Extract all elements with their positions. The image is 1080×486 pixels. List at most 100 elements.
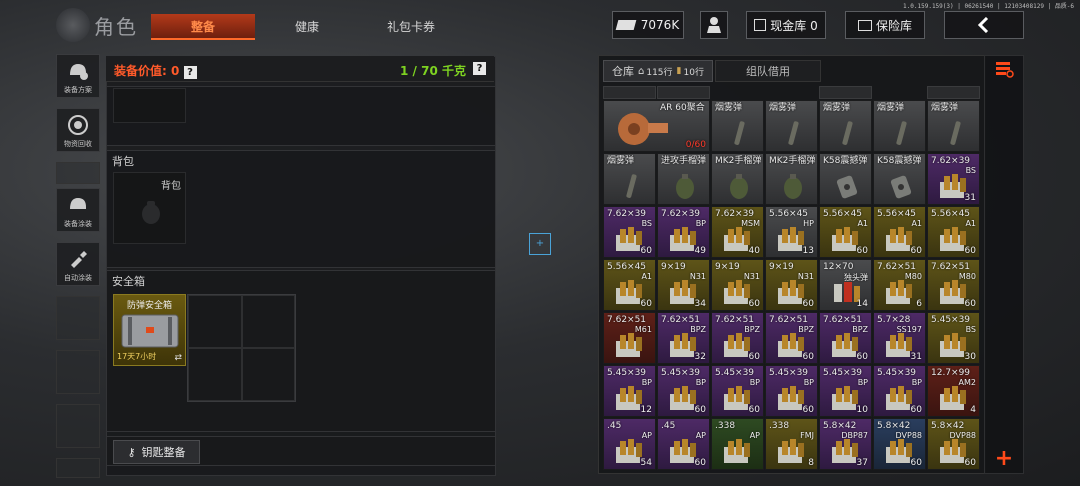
inventory-item[interactable]: 5.7×28 SS197 31 bbox=[873, 312, 926, 364]
inventory-item[interactable]: 12.7×99 AM2 4 bbox=[927, 365, 980, 417]
item-name: .45 bbox=[661, 421, 676, 431]
safe-box-cell[interactable] bbox=[188, 348, 242, 401]
help-icon[interactable]: ? bbox=[473, 62, 486, 75]
inventory-item[interactable]: 9×19 N31 60 bbox=[711, 259, 764, 311]
agent-icon bbox=[707, 17, 721, 33]
key-loadout-button[interactable]: ⚷ 钥匙整备 bbox=[113, 440, 200, 464]
warehouse-tab-label: 仓库 bbox=[612, 65, 634, 78]
swap-icon[interactable]: ⇄ bbox=[174, 353, 182, 363]
inventory-item[interactable]: 烟雾弹 bbox=[819, 100, 872, 152]
weight-display: 1 / 70 千克 bbox=[400, 64, 466, 78]
inventory-item[interactable]: 7.62×39 BS 31 bbox=[927, 153, 980, 205]
warehouse-tabs: 仓库 ⌂ 115行 ▮ 10行 组队借用 bbox=[603, 60, 821, 82]
inventory-item[interactable]: .338 AP bbox=[711, 418, 764, 470]
drop-target[interactable]: + bbox=[529, 233, 551, 255]
tab-warehouse[interactable]: 仓库 ⌂ 115行 ▮ 10行 bbox=[603, 60, 713, 82]
item-name: 烟雾弹 bbox=[769, 103, 797, 113]
inventory-item[interactable]: 5.56×45 A1 60 bbox=[819, 206, 872, 258]
recycle-button[interactable]: 物资回收 bbox=[56, 108, 100, 152]
item-name: K58震撼弹 bbox=[823, 156, 868, 166]
inventory-item[interactable]: 7.62×39 MSM 40 bbox=[711, 206, 764, 258]
item-name: 5.56×45 bbox=[823, 209, 863, 219]
tab-gift-cards[interactable]: 礼包卡券 bbox=[359, 14, 463, 40]
ammo-icon bbox=[612, 331, 650, 359]
inventory-item[interactable]: 5.56×45 A1 60 bbox=[873, 206, 926, 258]
smoke-icon bbox=[774, 119, 812, 147]
inventory-item[interactable]: 5.8×42 DBP87 37 bbox=[819, 418, 872, 470]
inventory-item[interactable]: .45 AP 60 bbox=[657, 418, 710, 470]
safe-box-item[interactable]: 防弹安全箱 17天7小时 ⇄ bbox=[113, 294, 186, 366]
inventory-item[interactable]: 7.62×51 M80 60 bbox=[927, 259, 980, 311]
inventory-item[interactable]: 烟雾弹 bbox=[765, 100, 818, 152]
inventory-item[interactable]: MK2手榴弹 bbox=[765, 153, 818, 205]
item-quantity: 31 bbox=[910, 352, 922, 362]
inventory-item[interactable]: 5.45×39 BP 60 bbox=[711, 365, 764, 417]
inventory-item[interactable]: 7.62×51 BPZ 60 bbox=[765, 312, 818, 364]
key-icon: ⚷ bbox=[127, 445, 136, 459]
inventory-item[interactable]: 5.45×39 BP 60 bbox=[765, 365, 818, 417]
sort-icon[interactable] bbox=[993, 59, 1015, 79]
safe-box-cell[interactable] bbox=[241, 295, 295, 348]
safe-box-cell[interactable] bbox=[188, 295, 242, 348]
inventory-item[interactable]: 烟雾弹 bbox=[873, 100, 926, 152]
inventory-item[interactable]: 烟雾弹 bbox=[927, 100, 980, 152]
auto-skin-button[interactable]: 自动涂装 bbox=[56, 242, 100, 286]
tab-loadout[interactable]: 整备 bbox=[151, 14, 255, 40]
loadout-plan-label: 装备方案 bbox=[64, 86, 92, 94]
inventory-item[interactable]: 7.62×51 BPZ 60 bbox=[819, 312, 872, 364]
inventory-item[interactable]: .45 AP 54 bbox=[603, 418, 656, 470]
insurance-vault-button[interactable]: 保险库 bbox=[845, 11, 925, 39]
help-icon[interactable]: ? bbox=[183, 66, 197, 79]
tab-health[interactable]: 健康 bbox=[255, 14, 359, 40]
warehouse-grid[interactable]: AR 60聚合 0/60 烟雾弹 烟雾弹 烟雾弹 烟雾弹 烟雾弹 烟雾弹 进攻手榴弹 MK2手榴弹… bbox=[603, 86, 983, 473]
inventory-item[interactable]: K58震撼弹 bbox=[873, 153, 926, 205]
inventory-item[interactable]: 5.56×45 A1 60 bbox=[927, 206, 980, 258]
loadout-plan-button[interactable]: 装备方案 bbox=[56, 54, 100, 98]
grid-cell[interactable] bbox=[927, 86, 980, 99]
inventory-item[interactable]: 烟雾弹 bbox=[711, 100, 764, 152]
item-name: 12.7×99 bbox=[931, 368, 971, 378]
inventory-item[interactable]: 5.45×39 BS 30 bbox=[927, 312, 980, 364]
inventory-item[interactable]: 7.62×51 M61 bbox=[603, 312, 656, 364]
inventory-item[interactable]: 9×19 N31 34 bbox=[657, 259, 710, 311]
safe-box-cell[interactable] bbox=[241, 348, 295, 401]
skins-button[interactable]: 装备涂装 bbox=[56, 188, 100, 232]
inventory-item[interactable]: 5.56×45 A1 60 bbox=[603, 259, 656, 311]
item-name: 烟雾弹 bbox=[931, 103, 959, 113]
inventory-item[interactable]: 7.62×39 BP 49 bbox=[657, 206, 710, 258]
backpack-slot[interactable]: 背包 bbox=[113, 172, 186, 244]
inventory-item[interactable]: AR 60聚合 0/60 bbox=[603, 100, 710, 152]
inventory-item[interactable]: MK2手榴弹 bbox=[711, 153, 764, 205]
inventory-item[interactable]: .338 FMJ 8 bbox=[765, 418, 818, 470]
tab-team-borrow[interactable]: 组队借用 bbox=[714, 60, 821, 82]
inventory-item[interactable]: 12×70 独头弹 14 bbox=[819, 259, 872, 311]
inventory-item[interactable]: 7.62×51 BPZ 60 bbox=[711, 312, 764, 364]
grid-cell[interactable] bbox=[603, 86, 656, 99]
grid-cell[interactable] bbox=[819, 86, 872, 99]
inventory-item[interactable]: 进攻手榴弹 bbox=[657, 153, 710, 205]
agent-button[interactable] bbox=[700, 11, 728, 39]
inventory-item[interactable]: 7.62×51 M80 6 bbox=[873, 259, 926, 311]
inventory-item[interactable]: 7.62×39 BS 60 bbox=[603, 206, 656, 258]
gear-slot[interactable] bbox=[113, 88, 186, 123]
inventory-item[interactable]: 烟雾弹 bbox=[603, 153, 656, 205]
inventory-item[interactable]: 7.62×51 BPZ 32 bbox=[657, 312, 710, 364]
safe-box-section-label: 安全箱 bbox=[112, 275, 145, 288]
back-button[interactable] bbox=[944, 11, 1024, 39]
backpack-section-label: 背包 bbox=[112, 155, 134, 168]
inventory-item[interactable]: 5.8×42 DVP88 60 bbox=[873, 418, 926, 470]
cash-vault-button[interactable]: 现金库 0 bbox=[746, 11, 826, 39]
item-name: 5.45×39 bbox=[931, 315, 971, 325]
inventory-item[interactable]: 5.45×39 BP 10 bbox=[819, 365, 872, 417]
inventory-item[interactable]: K58震撼弹 bbox=[819, 153, 872, 205]
inventory-item[interactable]: 5.8×42 DVP88 60 bbox=[927, 418, 980, 470]
inventory-item[interactable]: 5.56×45 HP 13 bbox=[765, 206, 818, 258]
item-name: 5.8×42 bbox=[877, 421, 911, 431]
inventory-item[interactable]: 5.45×39 BP 60 bbox=[873, 365, 926, 417]
inventory-item[interactable]: 9×19 N31 60 bbox=[765, 259, 818, 311]
inventory-item[interactable]: 5.45×39 BP 60 bbox=[657, 365, 710, 417]
cash-vault-label: 现金库 0 bbox=[770, 18, 818, 33]
inventory-item[interactable]: 5.45×39 BP 12 bbox=[603, 365, 656, 417]
add-button[interactable]: + bbox=[992, 448, 1016, 471]
grid-cell[interactable] bbox=[657, 86, 710, 99]
